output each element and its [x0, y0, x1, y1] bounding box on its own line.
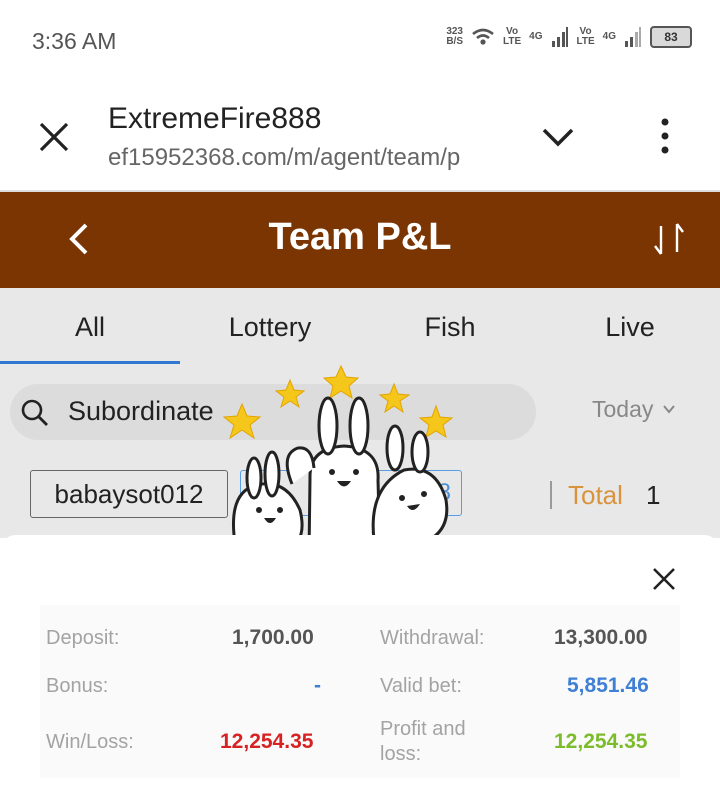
valid-bet-label: Valid bet:: [380, 675, 462, 697]
search-icon: [21, 399, 48, 426]
tab-all[interactable]: All: [0, 288, 180, 366]
network-type-2: 4G: [602, 31, 616, 42]
page-title: Team P&L: [268, 216, 452, 258]
volte-indicator-1: Vo LTE: [503, 26, 522, 47]
sort-icon[interactable]: [652, 220, 686, 258]
browser-title: ExtremeFire888: [108, 102, 322, 135]
volte-indicator-2: Vo LTE: [576, 26, 595, 47]
signal-icon-1: [551, 27, 568, 47]
signal-icon-2: [625, 27, 641, 47]
search-placeholder: Subordinate: [68, 396, 214, 426]
app-header: Team P&L: [0, 192, 720, 288]
network-type-1: 4G: [529, 31, 543, 42]
profit-and-loss-label: Profit and loss:: [380, 718, 466, 765]
status-icons: 323 B/S Vo LTE 4G Vo LTE 4G 83: [446, 26, 692, 48]
bonus-label: Bonus:: [46, 675, 109, 697]
detail-row: Bonus: - Valid bet: 5,851.46: [40, 671, 680, 723]
withdrawal-value: 13,300.00: [554, 626, 648, 649]
category-tabs: All Lottery Fish Live: [0, 288, 720, 366]
detail-row: Deposit: 1,700.00 Withdrawal: 13,300.00: [40, 623, 680, 675]
browser-bar: ExtremeFire888 ef15952368.com/m/agent/te…: [0, 82, 720, 192]
wifi-icon: [472, 28, 494, 45]
profit-and-loss-value: 12,254.35: [554, 730, 648, 753]
details-sheet: Deposit: 1,700.00 Withdrawal: 13,300.00 …: [0, 535, 720, 788]
withdrawal-label: Withdrawal:: [380, 627, 485, 649]
more-menu-icon[interactable]: [660, 118, 670, 154]
tab-fish[interactable]: Fish: [360, 288, 540, 366]
valid-bet-value: 5,851.46: [567, 674, 649, 697]
battery-indicator: 83: [650, 26, 692, 48]
status-bar: 3:36 AM 323 B/S Vo LTE 4G Vo LTE 4G 83: [0, 0, 720, 82]
date-filter[interactable]: Today: [592, 396, 653, 423]
chevron-down-icon: [663, 405, 675, 414]
browser-url[interactable]: ef15952368.com/m/agent/team/p: [108, 144, 503, 172]
username-chip[interactable]: babaysot012: [30, 470, 228, 518]
win-loss-value: 12,254.35: [220, 730, 314, 753]
tab-live[interactable]: Live: [540, 288, 720, 366]
total-label: Total: [568, 480, 623, 510]
divider: [550, 481, 552, 509]
network-speed: 323 B/S: [446, 26, 463, 47]
close-icon[interactable]: [652, 567, 676, 591]
deposit-label: Deposit:: [46, 627, 120, 649]
details-grid: Deposit: 1,700.00 Withdrawal: 13,300.00 …: [40, 605, 680, 778]
deposit-value: 1,700.00: [232, 626, 314, 649]
total-value: 1: [646, 480, 661, 510]
tab-lottery[interactable]: Lottery: [180, 288, 360, 366]
chevron-down-icon[interactable]: [540, 122, 576, 150]
detail-row: Win/Loss: 12,254.35 Profit and loss: 12,…: [40, 717, 680, 769]
close-icon[interactable]: [35, 118, 73, 156]
win-loss-label: Win/Loss:: [46, 731, 134, 753]
bonus-value: -: [314, 674, 321, 697]
status-time: 3:36 AM: [32, 28, 117, 54]
